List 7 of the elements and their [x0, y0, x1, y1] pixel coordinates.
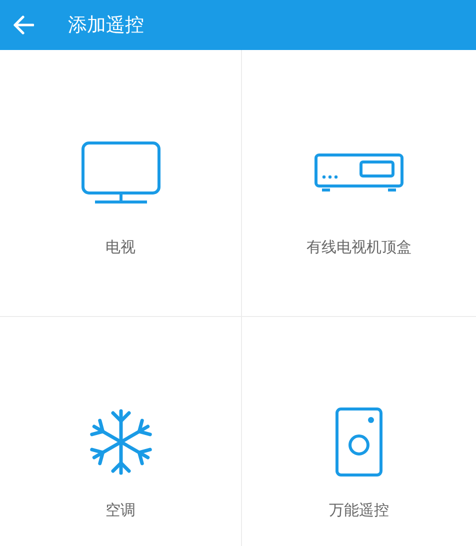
back-arrow-icon — [12, 15, 34, 35]
screen-title: 添加遥控 — [68, 13, 144, 38]
device-tile[interactable]: 有线电视机顶盒 — [241, 50, 476, 317]
tv-icon — [80, 141, 160, 205]
set-top-box-icon — [314, 153, 404, 193]
remote-icon — [335, 407, 383, 477]
snowflake-icon — [88, 408, 152, 476]
